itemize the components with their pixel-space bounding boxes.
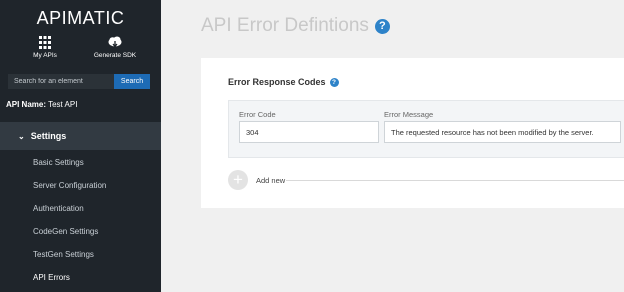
sidebar-item-codegen-settings[interactable]: CodeGen Settings <box>0 220 161 243</box>
search-input[interactable] <box>8 74 114 89</box>
sidebar-item-authentication[interactable]: Authentication <box>0 197 161 220</box>
my-apis-button[interactable]: My APIs <box>10 36 80 59</box>
settings-section-toggle[interactable]: ⌄ Settings <box>0 122 161 150</box>
sidebar-item-testgen-settings[interactable]: TestGen Settings <box>0 243 161 266</box>
help-icon[interactable]: ? <box>329 77 339 87</box>
api-name: API Name: Test API <box>6 100 77 109</box>
sidebar: APIMATIC My APIs Generate SDK Search API… <box>0 0 161 292</box>
api-name-value: Test API <box>48 100 78 109</box>
error-code-field[interactable] <box>239 121 379 143</box>
add-new-button[interactable]: + Add new <box>228 170 285 190</box>
add-new-label: Add new <box>256 175 286 185</box>
chevron-down-icon: ⌄ <box>18 131 25 141</box>
sidebar-item-basic-settings[interactable]: Basic Settings <box>0 151 161 174</box>
cloud-download-icon <box>108 36 122 48</box>
brand-logo[interactable]: APIMATIC <box>0 8 161 29</box>
card-title: Error Response Codes ? <box>228 77 339 87</box>
page-title-text: API Error Defintions <box>201 15 369 36</box>
sidebar-item-api-errors[interactable]: API Errors <box>0 266 161 289</box>
error-message-field[interactable] <box>384 121 621 143</box>
error-codes-card: Error Response Codes ? Error Code Error … <box>201 58 624 208</box>
search-bar: Search <box>8 74 150 89</box>
page-title: API Error Defintions ? <box>201 15 390 37</box>
generate-sdk-label: Generate SDK <box>93 52 137 59</box>
my-apis-label: My APIs <box>33 52 57 59</box>
help-icon[interactable]: ? <box>374 18 390 34</box>
settings-section-label: Settings <box>30 131 67 141</box>
generate-sdk-button[interactable]: Generate SDK <box>80 36 150 59</box>
api-name-label: API Name: <box>6 100 47 109</box>
plus-icon: + <box>228 170 248 190</box>
error-message-label: Error Message <box>384 110 434 119</box>
error-code-row: Error Code Error Message <box>228 100 624 158</box>
sidebar-item-server-configuration[interactable]: Server Configuration <box>0 174 161 197</box>
card-title-text: Error Response Codes <box>228 77 326 87</box>
search-button[interactable]: Search <box>114 74 150 89</box>
error-code-label: Error Code <box>239 110 276 119</box>
divider <box>286 180 624 181</box>
grid-icon <box>39 36 51 49</box>
